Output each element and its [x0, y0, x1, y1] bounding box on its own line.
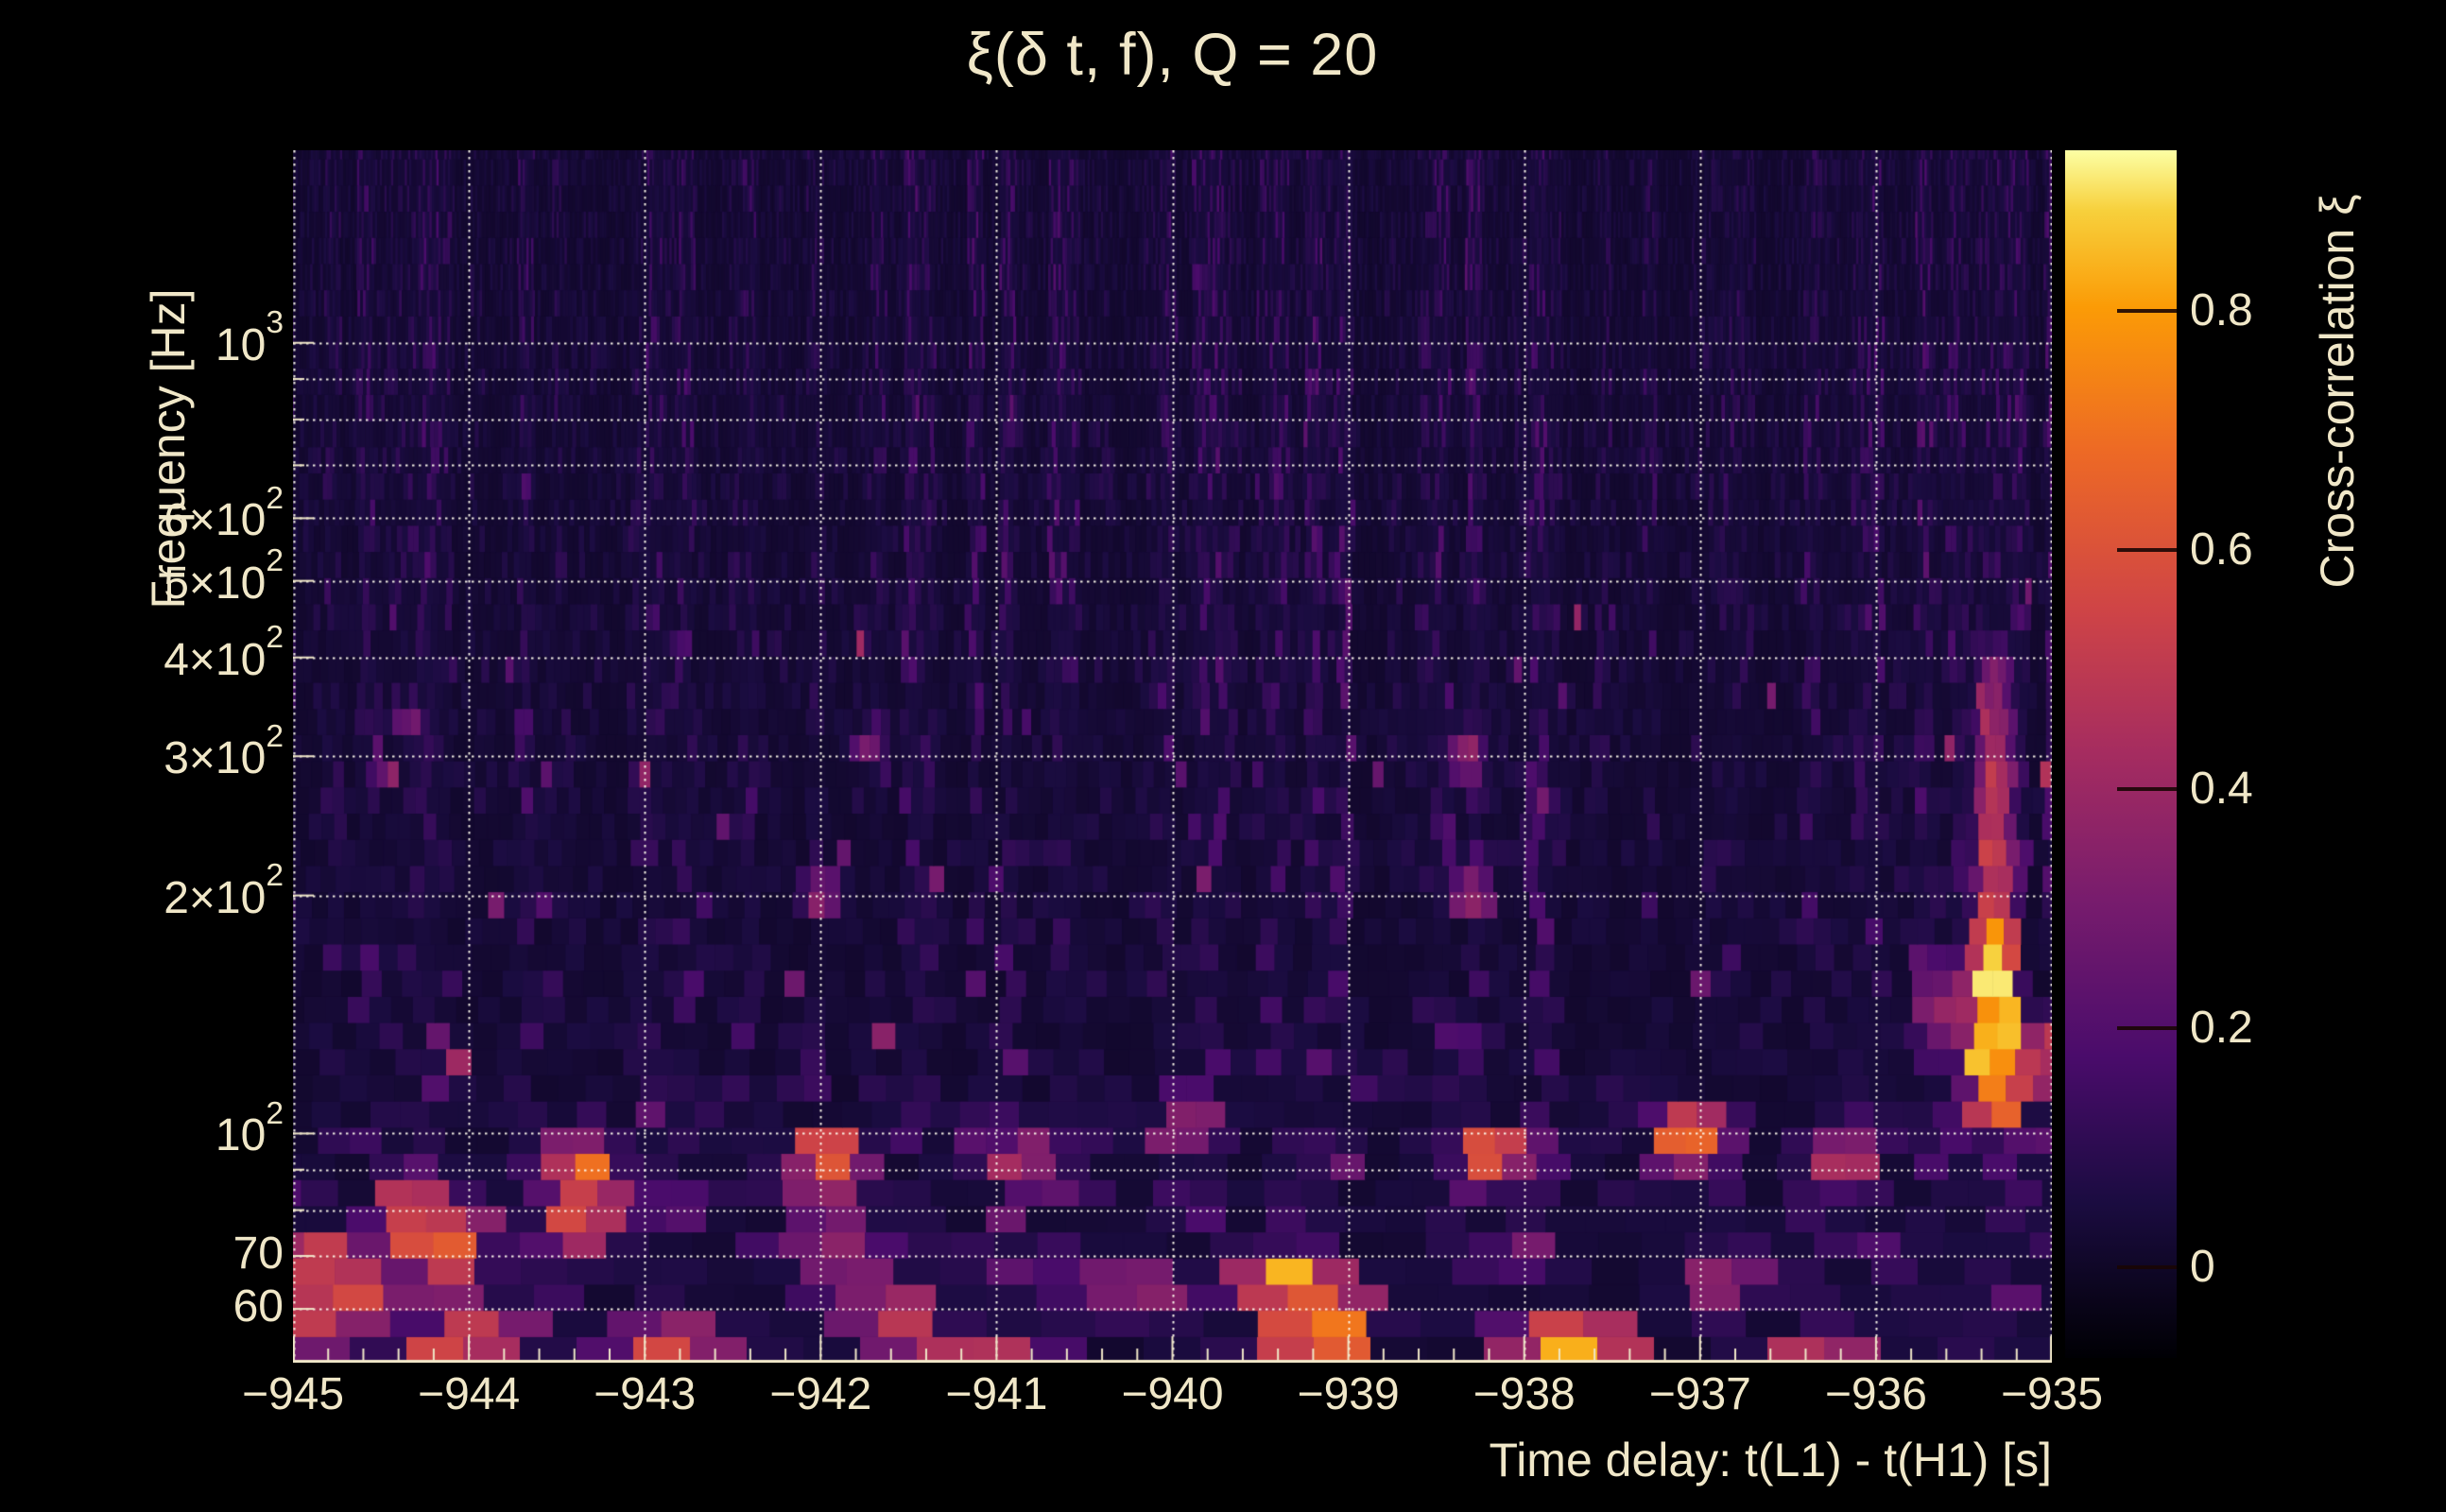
y-tick-label: 3×102 — [164, 718, 284, 784]
colorbar-tick-mark — [2117, 1025, 2177, 1030]
colorbar — [2065, 150, 2177, 1358]
y-tick-label: 102 — [215, 1095, 284, 1161]
colorbar-tick-label: 0.4 — [2190, 763, 2253, 814]
y-tick-label: 103 — [215, 305, 284, 370]
colorbar-tick-mark — [2117, 308, 2177, 313]
y-tick-label: 6×102 — [164, 480, 284, 546]
x-axis-label: Time delay: t(L1) - t(H1) [s] — [1489, 1434, 2052, 1486]
chart-title: ξ(δ t, f), Q = 20 — [966, 22, 1379, 88]
colorbar-tick-mark — [2117, 547, 2177, 552]
colorbar-tick-label: 0 — [2190, 1241, 2215, 1292]
y-tick-label: 60 — [233, 1281, 284, 1332]
y-tick-label: 2×102 — [164, 857, 284, 923]
colorbar-label: Cross-correlation ξ — [2311, 194, 2364, 589]
figure: ξ(δ t, f), Q = 20 Frequency [Hz] 103 6×10… — [0, 0, 2446, 1512]
plot-area — [293, 150, 2052, 1363]
y-tick-label: 4×102 — [164, 619, 284, 685]
spectrogram-heatmap — [293, 150, 2052, 1363]
colorbar-tick-mark — [2117, 1264, 2177, 1269]
x-tick-label: −935 — [2000, 1369, 2104, 1419]
y-tick-label: 70 — [233, 1228, 284, 1280]
colorbar-tick-mark — [2117, 786, 2177, 791]
y-tick-label: 5×102 — [164, 542, 284, 609]
colorbar-tick-label: 0.2 — [2190, 1002, 2253, 1053]
